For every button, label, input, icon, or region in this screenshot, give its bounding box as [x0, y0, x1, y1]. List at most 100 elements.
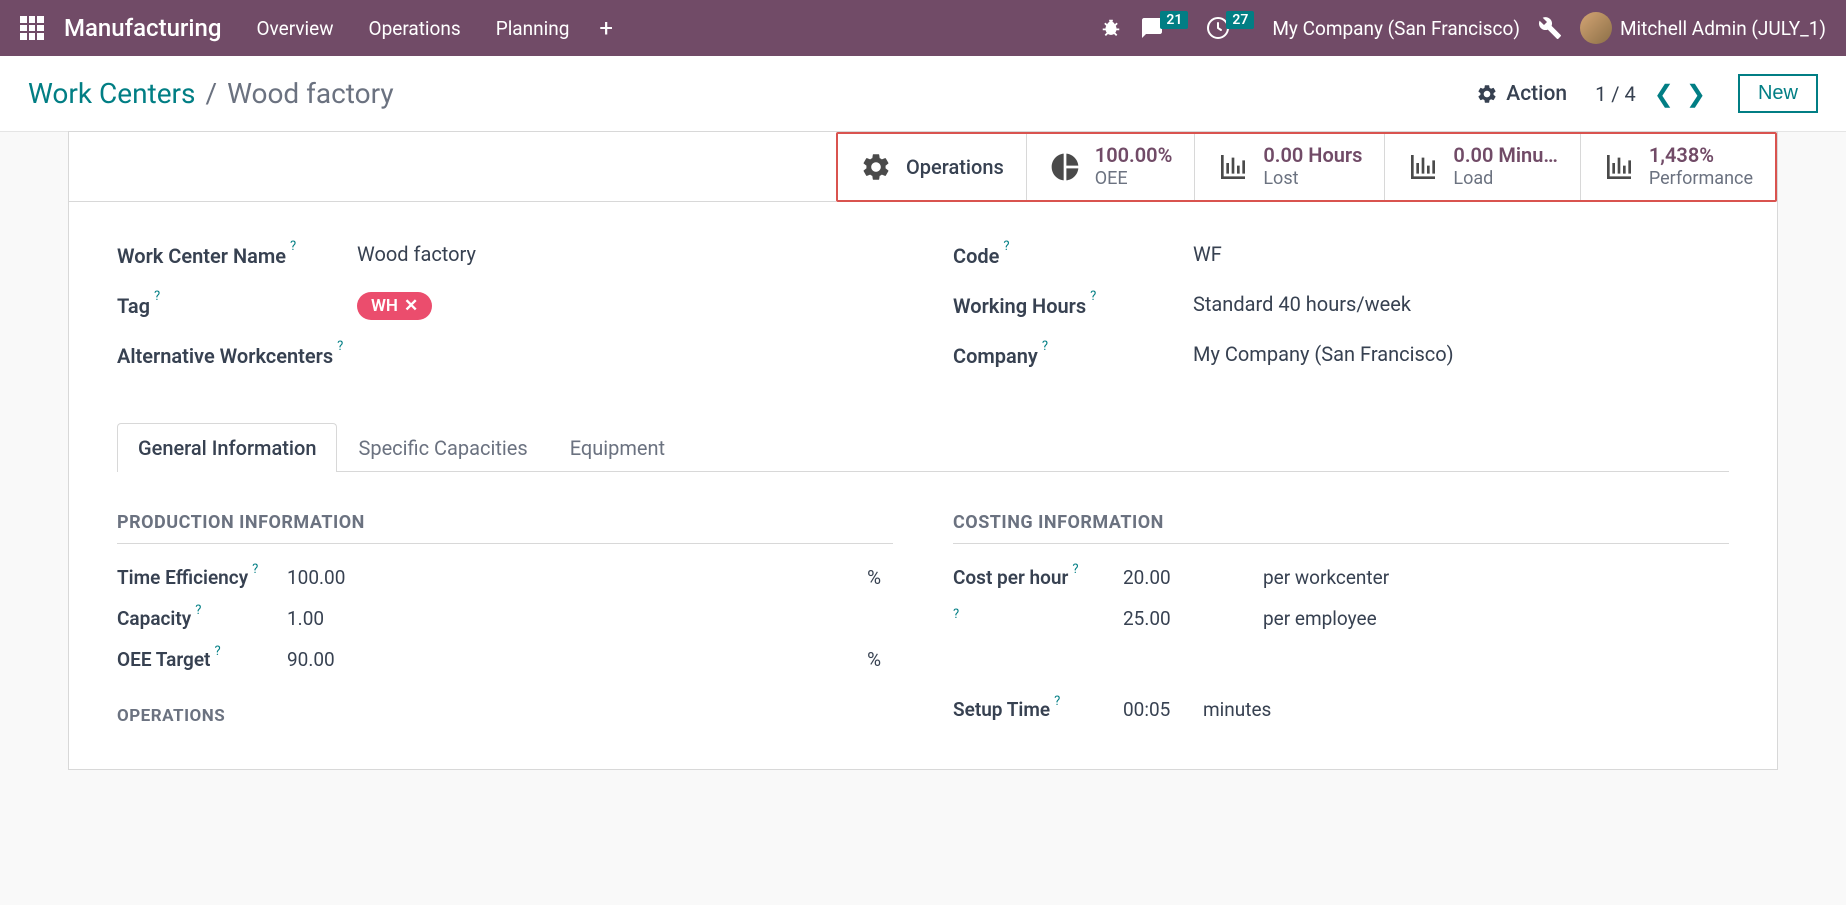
time-eff-value[interactable]: 100.00	[287, 566, 427, 589]
company-label: Company	[953, 342, 1038, 370]
capacity-value[interactable]: 1.00	[287, 607, 427, 630]
stat-oee[interactable]: 100.00% OEE	[1027, 134, 1196, 200]
name-label: Work Center Name	[117, 242, 286, 270]
nav-overview[interactable]: Overview	[256, 17, 333, 40]
pager-next[interactable]: ❯	[1682, 80, 1710, 108]
help-icon[interactable]: ?	[214, 644, 220, 667]
tools-icon[interactable]	[1538, 16, 1562, 40]
cpe-unit: per employee	[1263, 607, 1377, 630]
stat-load-label: Load	[1453, 168, 1557, 191]
nav-planning[interactable]: Planning	[496, 17, 570, 40]
stat-lost[interactable]: 0.00 Hours Lost	[1195, 134, 1385, 200]
capacity-label: Capacity	[117, 607, 191, 630]
pager-arrows: ❮ ❯	[1650, 80, 1710, 108]
breadcrumb-parent[interactable]: Work Centers	[28, 77, 196, 110]
tab-equipment[interactable]: Equipment	[549, 423, 686, 472]
setup-label: Setup Time	[953, 698, 1050, 721]
help-icon[interactable]: ?	[195, 603, 201, 626]
tag-remove-icon[interactable]: ✕	[404, 296, 418, 316]
breadcrumb-current: Wood factory	[227, 77, 394, 110]
tag-value-container[interactable]: WH ✕	[357, 292, 893, 320]
code-value[interactable]: WF	[1193, 242, 1729, 266]
stat-oee-value: 100.00%	[1095, 143, 1173, 168]
breadcrumb-bar: Work Centers / Wood factory Action 1 / 4…	[0, 56, 1846, 132]
pager[interactable]: 1 / 4	[1595, 82, 1636, 106]
stat-performance[interactable]: 1,438% Performance	[1581, 134, 1775, 200]
operations-subsection: OPERATIONS	[117, 706, 893, 726]
bug-icon[interactable]	[1100, 17, 1122, 39]
gear-icon	[860, 151, 892, 183]
pager-prev[interactable]: ❮	[1650, 80, 1678, 108]
costing-title: COSTING INFORMATION	[953, 512, 1729, 544]
form-sheet: Operations 100.00% OEE 0.00 Hours Lost	[68, 131, 1778, 770]
hours-label: Working Hours	[953, 292, 1086, 320]
stat-lost-value: 0.00 Hours	[1263, 143, 1362, 168]
stat-operations-label: Operations	[906, 155, 1004, 179]
company-selector[interactable]: My Company (San Francisco)	[1272, 17, 1520, 40]
cph-unit: per workcenter	[1263, 566, 1389, 589]
avatar	[1580, 12, 1612, 44]
help-icon[interactable]: ?	[1003, 238, 1009, 256]
stat-operations[interactable]: Operations	[838, 134, 1027, 200]
new-button[interactable]: New	[1738, 74, 1818, 113]
pct-unit: %	[867, 648, 881, 671]
tag-pill: WH ✕	[357, 292, 432, 320]
bar-chart-icon	[1217, 151, 1249, 183]
tab-general[interactable]: General Information	[117, 423, 337, 472]
help-icon[interactable]: ?	[1042, 338, 1048, 356]
help-icon[interactable]: ?	[1090, 288, 1096, 306]
cpe-value[interactable]: 25.00	[1123, 607, 1263, 630]
messages-icon[interactable]: 21	[1140, 16, 1188, 40]
tag-text: WH	[371, 296, 398, 316]
nav-right: 21 27 My Company (San Francisco) Mitchel…	[1100, 12, 1826, 44]
stat-row: Operations 100.00% OEE 0.00 Hours Lost	[69, 132, 1777, 202]
help-icon[interactable]: ?	[337, 338, 343, 356]
help-icon[interactable]: ?	[154, 288, 160, 306]
stat-performance-value: 1,438%	[1649, 143, 1753, 168]
user-menu[interactable]: Mitchell Admin (JULY_1)	[1580, 12, 1826, 44]
hours-value[interactable]: Standard 40 hours/week	[1193, 292, 1729, 316]
tag-label: Tag	[117, 292, 150, 320]
tabs: General Information Specific Capacities …	[117, 422, 1729, 472]
stat-lost-label: Lost	[1263, 168, 1362, 191]
help-icon[interactable]: ?	[1054, 694, 1060, 717]
setup-unit: minutes	[1203, 698, 1271, 721]
bar-chart-icon	[1603, 151, 1635, 183]
stat-oee-label: OEE	[1095, 168, 1173, 191]
production-title: PRODUCTION INFORMATION	[117, 512, 893, 544]
activities-icon[interactable]: 27	[1206, 16, 1254, 40]
breadcrumb: Work Centers / Wood factory	[28, 77, 394, 110]
stat-container: Operations 100.00% OEE 0.00 Hours Lost	[836, 132, 1777, 202]
oee-target-label: OEE Target	[117, 648, 210, 671]
oee-target-value[interactable]: 90.00	[287, 648, 427, 671]
apps-icon[interactable]	[20, 16, 44, 40]
nav-operations[interactable]: Operations	[369, 17, 461, 40]
breadcrumb-right: Action 1 / 4 ❮ ❯ New	[1476, 74, 1818, 113]
help-icon[interactable]: ?	[290, 238, 296, 256]
code-label: Code	[953, 242, 999, 270]
cph-value[interactable]: 20.00	[1123, 566, 1263, 589]
content: Operations 100.00% OEE 0.00 Hours Lost	[0, 131, 1846, 770]
nav-items: Overview Operations Planning	[256, 17, 569, 40]
action-button[interactable]: Action	[1476, 82, 1567, 106]
stat-performance-label: Performance	[1649, 168, 1753, 191]
tab-specific[interactable]: Specific Capacities	[337, 423, 548, 472]
help-icon[interactable]: ?	[953, 607, 959, 622]
company-value[interactable]: My Company (San Francisco)	[1193, 342, 1729, 366]
help-icon[interactable]: ?	[252, 562, 258, 585]
pct-unit: %	[867, 566, 881, 589]
pie-chart-icon	[1049, 151, 1081, 183]
setup-value[interactable]: 00:05	[1123, 698, 1203, 721]
app-brand[interactable]: Manufacturing	[64, 14, 221, 42]
name-value[interactable]: Wood factory	[357, 242, 893, 266]
stat-load[interactable]: 0.00 Minu… Load	[1385, 134, 1580, 200]
bar-chart-icon	[1407, 151, 1439, 183]
form-body: Work Center Name? Wood factory Tag? WH ✕	[69, 202, 1777, 769]
nav-plus-icon[interactable]: +	[599, 14, 613, 42]
help-icon[interactable]: ?	[1072, 562, 1078, 585]
stat-load-value: 0.00 Minu…	[1453, 143, 1557, 168]
cph-label: Cost per hour	[953, 566, 1068, 589]
tab-content: PRODUCTION INFORMATION Time Efficiency? …	[117, 512, 1729, 739]
action-label: Action	[1506, 82, 1567, 106]
navbar: Manufacturing Overview Operations Planni…	[0, 0, 1846, 56]
